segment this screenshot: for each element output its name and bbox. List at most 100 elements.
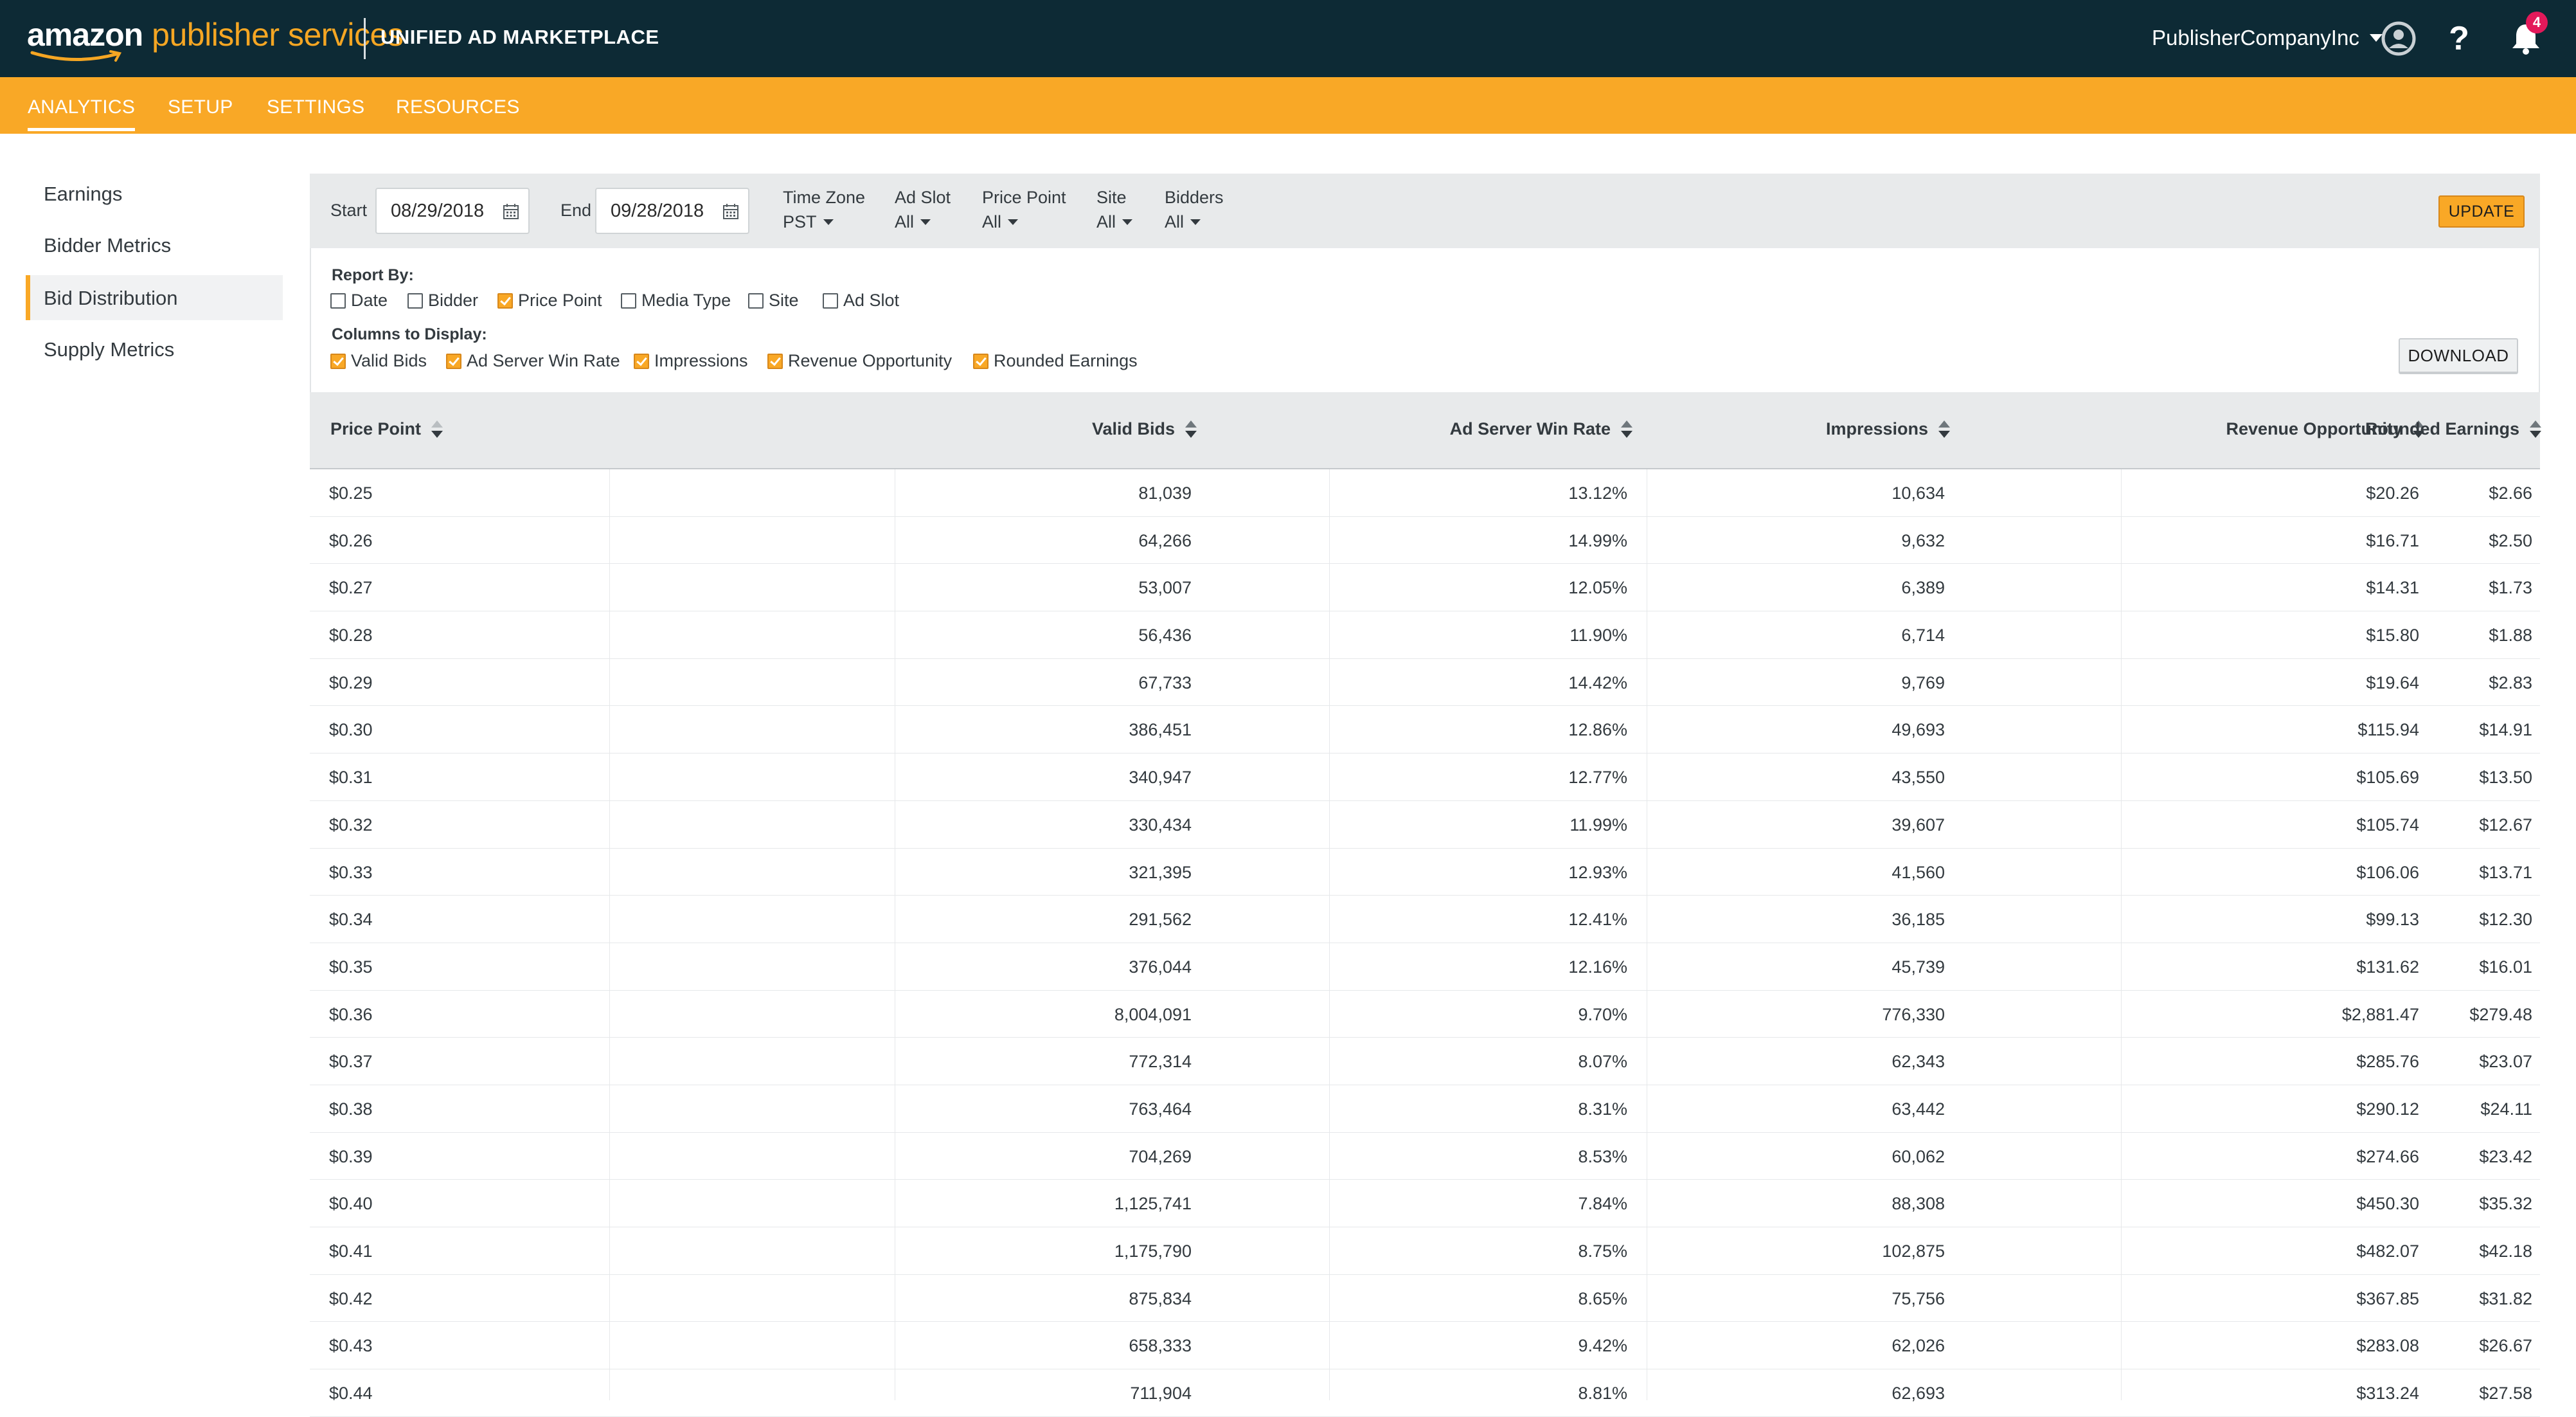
column-rounded-earnings-checkbox[interactable]: Rounded Earnings (973, 351, 1138, 371)
cell-valid-bids: 1,175,790 (1114, 1241, 1192, 1261)
cell-impressions: 63,442 (1892, 1099, 1945, 1119)
cell-rounded-earnings: $2.50 (2489, 530, 2532, 550)
cell-impressions: 49,693 (1892, 720, 1945, 740)
help-button[interactable]: ? (2440, 19, 2478, 58)
column-valid-bids-checkbox[interactable]: Valid Bids (330, 351, 427, 371)
sort-arrows-icon (2530, 420, 2541, 438)
start-date-label: Start (330, 201, 368, 220)
table-row: $0.27 53,007 12.05% 6,389 $14.31 $1.73 (310, 564, 2540, 612)
column-header-label: Rounded Earnings (2365, 419, 2519, 438)
cell-ad-server-win-rate: 8.07% (1578, 1052, 1627, 1072)
cell-ad-server-win-rate: 11.99% (1570, 815, 1627, 835)
adslot-dropdown[interactable]: All (895, 212, 931, 232)
end-date-label: End (560, 201, 592, 220)
column-header-valid-bids[interactable]: Valid Bids (1092, 419, 1197, 439)
chevron-down-icon (1008, 219, 1019, 225)
cell-impressions: 60,062 (1892, 1146, 1945, 1166)
column-header-label: Impressions (1825, 419, 1928, 438)
column-header-price-point[interactable]: Price Point (330, 419, 443, 439)
end-date-input[interactable]: 09/28/2018 (595, 188, 749, 234)
cell-valid-bids: 64,266 (1138, 530, 1192, 550)
column-header-rounded-earnings[interactable]: Rounded Earnings (2365, 419, 2541, 439)
tab-resources[interactable]: RESOURCES (396, 96, 520, 118)
cell-revenue-opportunity: $19.64 (2366, 672, 2419, 692)
cell-revenue-opportunity: $14.31 (2366, 578, 2419, 598)
cell-ad-server-win-rate: 8.65% (1578, 1288, 1627, 1308)
checkbox-checked-icon (973, 353, 988, 369)
column-header-impressions[interactable]: Impressions (1826, 419, 1950, 439)
cell-price-point: $0.43 (329, 1336, 373, 1356)
cell-impressions: 6,389 (1901, 578, 1945, 598)
download-button[interactable]: DOWNLOAD (2399, 338, 2518, 374)
cell-price-point: $0.37 (329, 1052, 373, 1072)
cell-price-point: $0.41 (329, 1241, 373, 1261)
notifications-button[interactable]: 4 (2507, 12, 2548, 58)
column-impressions-checkbox[interactable]: Impressions (634, 351, 748, 371)
site-dropdown[interactable]: All (1096, 212, 1133, 232)
tab-settings[interactable]: SETTINGS (267, 96, 364, 118)
cell-revenue-opportunity: $16.71 (2366, 530, 2419, 550)
checkbox-icon (407, 293, 423, 309)
checkbox-icon (823, 293, 838, 309)
start-date-input[interactable]: 08/29/2018 (375, 188, 530, 234)
sidebar-item-supply-metrics[interactable]: Supply Metrics (44, 338, 174, 361)
cell-revenue-opportunity: $450.30 (2356, 1194, 2419, 1214)
cell-impressions: 45,739 (1892, 957, 1945, 977)
tab-setup[interactable]: SETUP (168, 96, 233, 118)
report-by-ad-slot-checkbox[interactable]: Ad Slot (823, 291, 899, 311)
cell-valid-bids: 56,436 (1138, 626, 1192, 645)
cell-ad-server-win-rate: 8.75% (1578, 1241, 1627, 1261)
pricepoint-dropdown[interactable]: All (982, 212, 1019, 232)
checkbox-label: Rounded Earnings (994, 351, 1138, 370)
cell-rounded-earnings: $23.42 (2479, 1146, 2532, 1166)
bidders-value: All (1165, 212, 1185, 231)
sidebar-item-bidder-metrics[interactable]: Bidder Metrics (44, 234, 171, 257)
cell-valid-bids: 763,464 (1129, 1099, 1192, 1119)
account-menu[interactable]: PublisherCompanyInc (2152, 26, 2383, 50)
cell-ad-server-win-rate: 13.12% (1568, 483, 1627, 503)
sidebar-active-indicator (26, 275, 30, 320)
cell-price-point: $0.44 (329, 1384, 373, 1403)
table-row: $0.26 64,266 14.99% 9,632 $16.71 $2.50 (310, 517, 2540, 564)
adslot-label: Ad Slot (895, 188, 951, 207)
site-value: All (1096, 212, 1116, 231)
report-by-bidder-checkbox[interactable]: Bidder (407, 291, 478, 311)
checkbox-checked-icon (634, 353, 649, 369)
cell-ad-server-win-rate: 12.77% (1568, 768, 1627, 788)
report-by-date-checkbox[interactable]: Date (330, 291, 388, 311)
chevron-down-icon (920, 219, 931, 225)
bidders-dropdown[interactable]: All (1165, 212, 1201, 232)
cell-revenue-opportunity: $15.80 (2366, 626, 2419, 645)
timezone-dropdown[interactable]: PST (783, 212, 834, 232)
amazon-publisher-services-logo[interactable]: amazon publisher services (27, 15, 404, 62)
user-profile-button[interactable] (2379, 19, 2418, 58)
report-by-media-type-checkbox[interactable]: Media Type (621, 291, 731, 311)
cell-revenue-opportunity: $115.94 (2357, 720, 2419, 740)
cell-price-point: $0.31 (329, 768, 373, 788)
report-by-price-point-checkbox[interactable]: Price Point (497, 291, 602, 311)
cell-price-point: $0.27 (329, 578, 373, 598)
column-ad-server-win-rate-checkbox[interactable]: Ad Server Win Rate (446, 351, 620, 371)
cell-impressions: 9,632 (1901, 530, 1945, 550)
cell-valid-bids: 875,834 (1129, 1288, 1192, 1308)
cell-ad-server-win-rate: 9.70% (1578, 1004, 1627, 1024)
tab-analytics[interactable]: ANALYTICS (28, 96, 136, 131)
cell-impressions: 62,693 (1892, 1384, 1945, 1403)
cell-impressions: 6,714 (1901, 626, 1945, 645)
column-revenue-opportunity-checkbox[interactable]: Revenue Opportunity (767, 351, 952, 371)
sidebar-item-bid-distribution[interactable]: Bid Distribution (44, 287, 177, 310)
checkbox-checked-icon (330, 353, 346, 369)
top-header: amazon publisher services UNIFIED AD MAR… (0, 0, 2576, 77)
cell-revenue-opportunity: $274.66 (2356, 1146, 2419, 1166)
cell-impressions: 41,560 (1892, 862, 1945, 882)
column-header-ad-server-win-rate[interactable]: Ad Server Win Rate (1450, 419, 1632, 439)
sidebar-item-earnings[interactable]: Earnings (44, 183, 122, 206)
calendar-icon (503, 204, 519, 219)
cell-rounded-earnings: $14.91 (2479, 720, 2532, 740)
update-button[interactable]: UPDATE (2438, 195, 2525, 228)
table-row: $0.29 67,733 14.42% 9,769 $19.64 $2.83 (310, 659, 2540, 707)
cell-rounded-earnings: $1.88 (2489, 626, 2532, 645)
report-by-site-checkbox[interactable]: Site (748, 291, 799, 311)
table-row: $0.33 321,395 12.93% 41,560 $106.06 $13.71 (310, 849, 2540, 896)
cell-revenue-opportunity: $367.85 (2356, 1288, 2419, 1308)
